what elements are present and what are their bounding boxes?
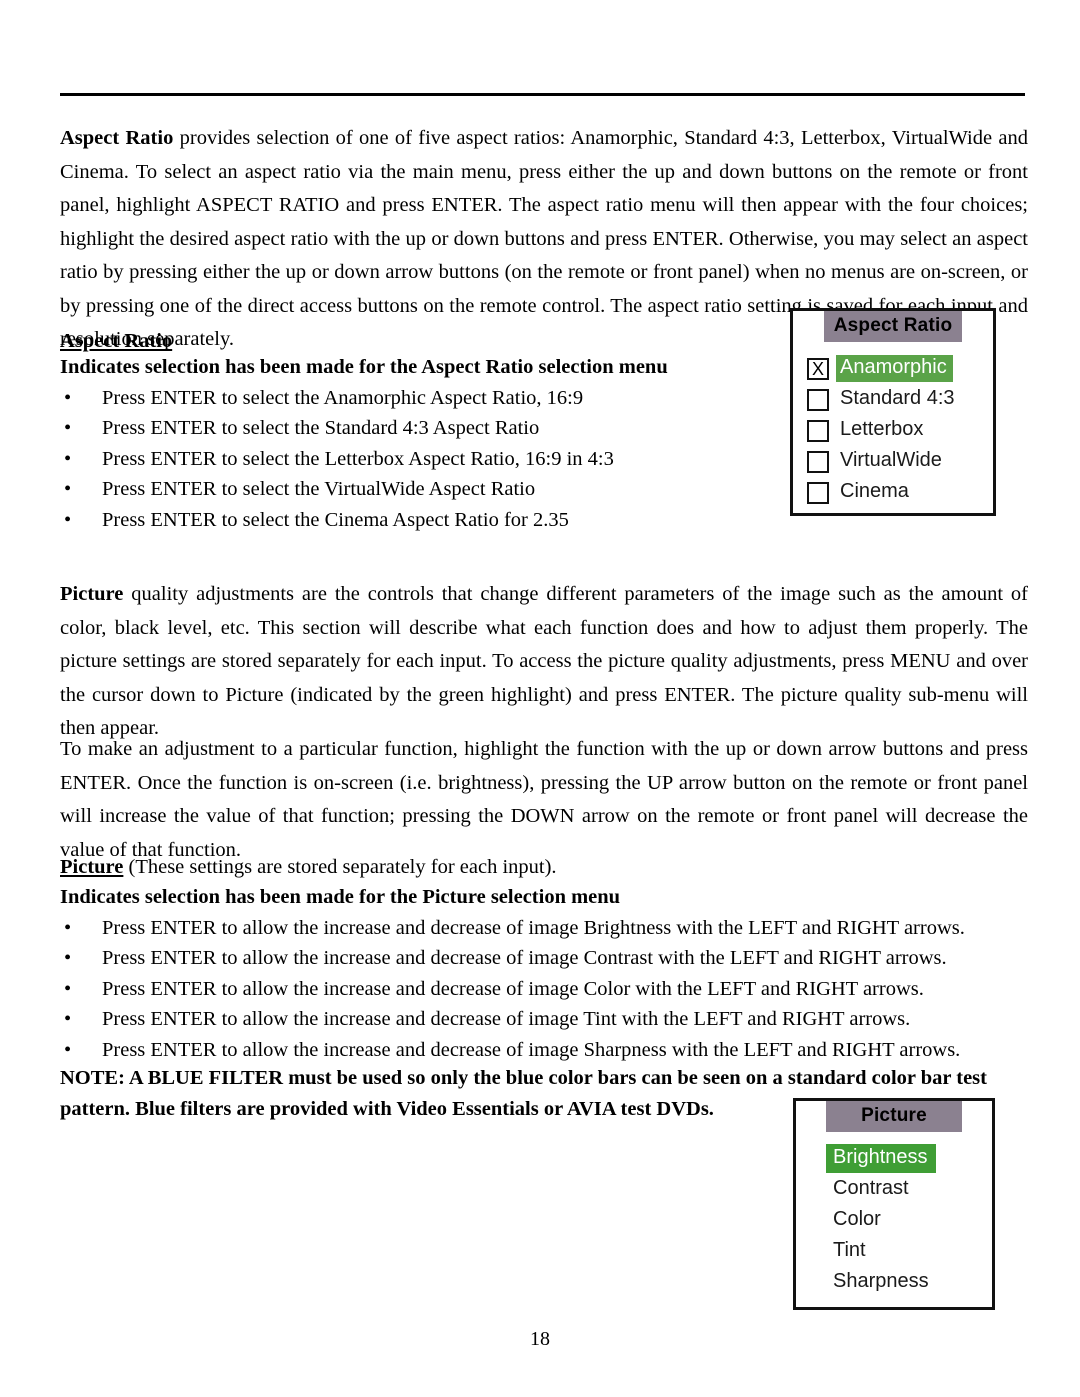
bullet-glyph: • xyxy=(64,977,72,1000)
list-item: • Press ENTER to allow the increase and d… xyxy=(60,1035,1040,1065)
bullet-glyph: • xyxy=(64,387,72,409)
picture-bullet-list: • Press ENTER to allow the increase and d… xyxy=(60,913,1040,1065)
osd-option-label: Cinema xyxy=(840,480,909,502)
list-item: • Press ENTER to allow the increase and d… xyxy=(60,913,1040,943)
osd-option-label: Standard 4:3 xyxy=(840,387,955,409)
aspect-ratio-section-subheading: Indicates selection has been made for th… xyxy=(60,356,668,378)
checkbox-standard-icon[interactable] xyxy=(807,388,829,411)
picture-intro-paragraph: Picture quality adjustments are the cont… xyxy=(60,578,1028,746)
picture-section-heading: Picture (These settings are stored separ… xyxy=(60,853,557,881)
bullet-glyph: • xyxy=(64,508,72,531)
list-item-text: Press ENTER to allow the increase and de… xyxy=(102,917,965,939)
checkbox-letterbox-icon[interactable] xyxy=(807,419,829,442)
bullet-glyph: • xyxy=(64,478,72,501)
bullet-glyph: • xyxy=(64,447,72,470)
picture-section-subheading: Indicates selection has been made for th… xyxy=(60,886,621,908)
document-page: Aspect Ratio provides selection of one o… xyxy=(0,0,1080,1397)
osd-picture-title: Picture xyxy=(826,1101,962,1132)
bullet-glyph: • xyxy=(64,947,72,970)
list-item-text: Press ENTER to allow the increase and de… xyxy=(102,1008,911,1031)
checkbox-cinema-icon[interactable] xyxy=(807,481,829,504)
osd-option-label: Color xyxy=(833,1208,881,1230)
picture-intro-lead: Picture xyxy=(60,583,124,605)
osd-option-label: Tint xyxy=(833,1239,866,1261)
checkbox-anamorphic-icon[interactable]: X xyxy=(807,357,829,380)
osd-option-contrast[interactable]: Contrast xyxy=(796,1174,992,1205)
osd-option-label: Brightness xyxy=(826,1144,936,1173)
list-item-text: Press ENTER to select the Anamorphic Asp… xyxy=(102,387,584,409)
list-item-text: Press ENTER to allow the increase and de… xyxy=(102,977,924,1000)
list-item-text: Press ENTER to select the Letterbox Aspe… xyxy=(102,447,614,470)
osd-picture-options: Brightness Contrast Color Tint Sharpness xyxy=(796,1132,992,1298)
osd-option-anamorphic[interactable]: X Anamorphic xyxy=(793,353,993,384)
osd-option-label: Sharpness xyxy=(833,1270,929,1292)
list-item: • Press ENTER to select the VirtualWide A… xyxy=(60,474,760,504)
osd-picture-menu[interactable]: Picture Brightness Contrast Color Tint S… xyxy=(793,1098,995,1310)
bullet-glyph: • xyxy=(64,1008,72,1031)
osd-option-tint[interactable]: Tint xyxy=(796,1236,992,1267)
bullet-glyph: • xyxy=(64,417,72,440)
header-rule xyxy=(60,93,1025,96)
list-item-text: Press ENTER to select the VirtualWide As… xyxy=(102,478,536,501)
osd-option-label: VirtualWide xyxy=(840,449,942,471)
list-item-text: Press ENTER to select the Cinema Aspect … xyxy=(102,508,569,531)
osd-option-brightness[interactable]: Brightness xyxy=(796,1143,992,1174)
aspect-ratio-bullet-list: • Press ENTER to select the Anamorphic As… xyxy=(60,383,760,535)
osd-aspect-ratio-options: X Anamorphic Standard 4:3 Letterbox Virt… xyxy=(793,342,993,508)
osd-aspect-ratio-title-wrap: Aspect Ratio xyxy=(793,311,993,342)
list-item: • Press ENTER to select the Cinema Aspect… xyxy=(60,505,760,535)
osd-aspect-ratio-title: Aspect Ratio xyxy=(824,311,962,342)
picture-intro-body: quality adjustments are the controls tha… xyxy=(60,583,1028,739)
page-number: 18 xyxy=(530,1328,550,1350)
picture-heading-underlined: Picture xyxy=(60,856,124,878)
bullet-glyph: • xyxy=(64,917,72,939)
list-item-text: Press ENTER to select the Standard 4:3 A… xyxy=(102,417,540,440)
osd-option-sharpness[interactable]: Sharpness xyxy=(796,1267,992,1298)
osd-option-letterbox[interactable]: Letterbox xyxy=(793,415,993,446)
list-item: • Press ENTER to allow the increase and d… xyxy=(60,1004,1040,1034)
osd-option-label: Letterbox xyxy=(840,418,924,440)
list-item-text: Press ENTER to allow the increase and de… xyxy=(102,947,947,970)
aspect-ratio-section-heading: Aspect Ratio xyxy=(60,330,173,352)
list-item: • Press ENTER to allow the increase and d… xyxy=(60,943,1040,973)
list-item-text: Press ENTER to allow the increase and de… xyxy=(102,1038,961,1061)
adjustment-paragraph: To make an adjustment to a particular fu… xyxy=(60,738,1028,861)
aspect-ratio-intro-lead: Aspect Ratio xyxy=(60,127,174,149)
osd-option-cinema[interactable]: Cinema xyxy=(793,477,993,508)
osd-option-label: Contrast xyxy=(833,1177,909,1199)
list-item: • Press ENTER to select the Letterbox Asp… xyxy=(60,444,760,474)
list-item: • Press ENTER to select the Standard 4:3 … xyxy=(60,413,760,443)
osd-option-label: Anamorphic xyxy=(836,355,953,382)
checkbox-virtualwide-icon[interactable] xyxy=(807,450,829,473)
list-item: • Press ENTER to allow the increase and d… xyxy=(60,974,1040,1004)
osd-option-standard-4-3[interactable]: Standard 4:3 xyxy=(793,384,993,415)
osd-option-color[interactable]: Color xyxy=(796,1205,992,1236)
osd-aspect-ratio-menu[interactable]: Aspect Ratio X Anamorphic Standard 4:3 L… xyxy=(790,308,996,516)
osd-picture-title-wrap: Picture xyxy=(796,1101,992,1132)
bullet-glyph: • xyxy=(64,1038,72,1061)
osd-option-virtualwide[interactable]: VirtualWide xyxy=(793,446,993,477)
list-item: • Press ENTER to select the Anamorphic As… xyxy=(60,383,760,413)
picture-heading-rest: (These settings are stored separately fo… xyxy=(123,856,557,878)
